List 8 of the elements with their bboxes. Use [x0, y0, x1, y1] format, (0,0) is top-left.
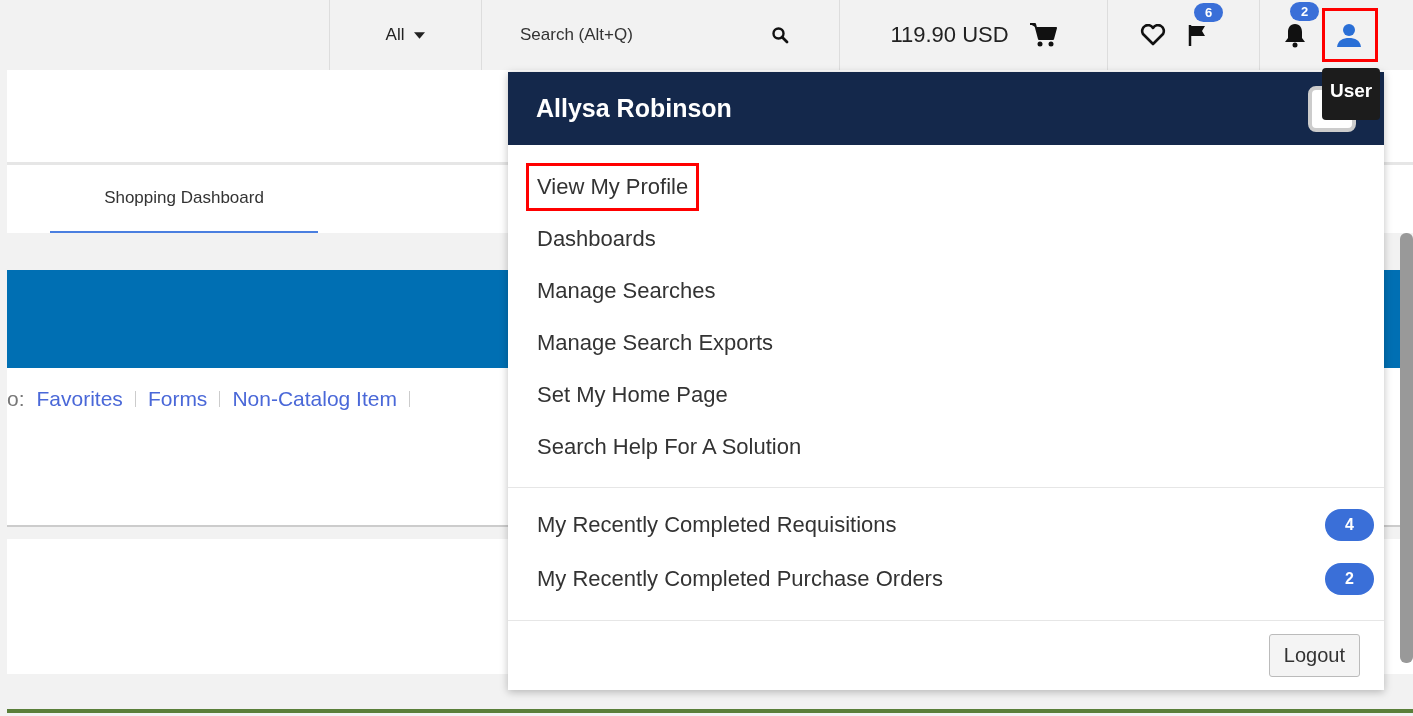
- count-badge: 2: [1325, 563, 1374, 595]
- tooltip: User: [1322, 68, 1381, 120]
- cart-total: 119.90 USD: [890, 22, 1009, 48]
- quick-links-label: o:: [7, 387, 25, 411]
- user-name: Allysa Robinson: [536, 94, 732, 123]
- flag-count-badge: 6: [1194, 3, 1224, 22]
- notification-count-badge: 2: [1290, 2, 1320, 21]
- count-badge: 4: [1325, 509, 1374, 541]
